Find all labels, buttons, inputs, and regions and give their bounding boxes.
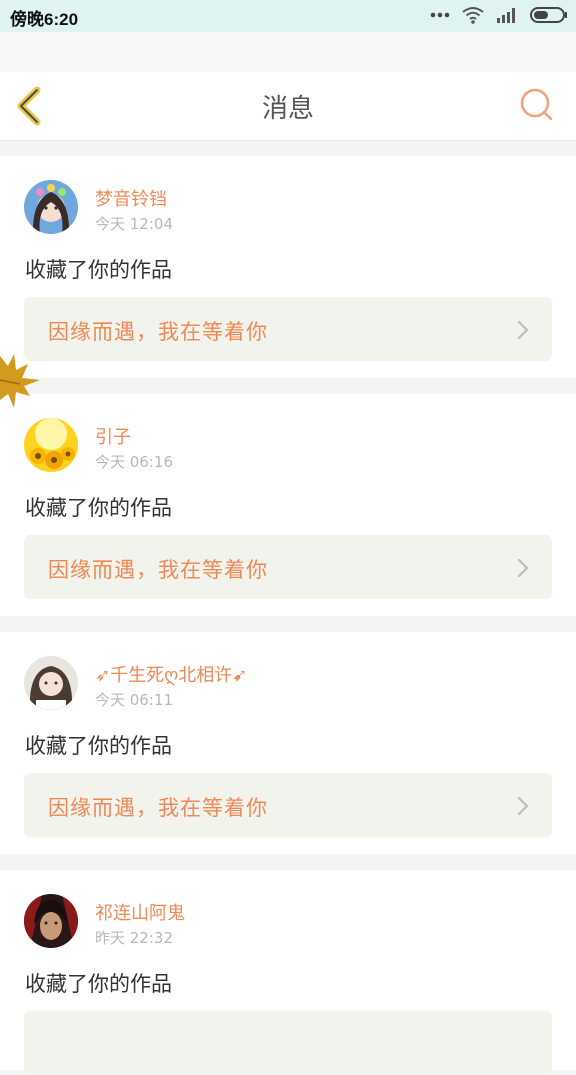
timestamp: 今天 12:04 <box>95 215 173 233</box>
timestamp: 今天 06:16 <box>95 453 173 471</box>
username[interactable]: ➶千生死ღ北相许➹ <box>95 661 247 687</box>
battery-icon <box>530 7 567 23</box>
list-item: ➶千生死ღ北相许➹ 今天 06:11 收藏了你的作品 因缘而遇，我在等着你 <box>0 632 576 854</box>
wifi-icon <box>462 7 484 24</box>
username[interactable]: 祁连山阿鬼 <box>95 899 185 925</box>
work-reference[interactable] <box>24 1011 552 1075</box>
work-title: 因缘而遇，我在等着你 <box>48 320 268 344</box>
signal-icon <box>497 8 515 23</box>
action-text: 收藏了你的作品 <box>25 258 172 282</box>
avatar[interactable] <box>24 418 78 472</box>
work-title: 因缘而遇，我在等着你 <box>48 558 268 582</box>
avatar[interactable] <box>24 656 78 710</box>
avatar[interactable] <box>24 180 78 234</box>
status-bar: 傍晚6:20 <box>0 0 576 32</box>
avatar[interactable] <box>24 894 78 948</box>
work-title: 因缘而遇，我在等着你 <box>48 796 268 820</box>
status-icons <box>430 6 568 24</box>
timestamp: 昨天 22:32 <box>95 929 173 947</box>
chevron-right-icon <box>517 796 529 816</box>
timestamp: 今天 06:11 <box>95 691 173 709</box>
action-text: 收藏了你的作品 <box>25 972 172 996</box>
username[interactable]: 引子 <box>95 423 131 449</box>
search-icon <box>520 88 553 121</box>
list-item: 祁连山阿鬼 昨天 22:32 收藏了你的作品 <box>0 870 576 1075</box>
action-text: 收藏了你的作品 <box>25 734 172 758</box>
status-time: 傍晚6:20 <box>10 10 79 29</box>
work-reference[interactable]: 因缘而遇，我在等着你 <box>24 773 552 837</box>
list-item: 引子 今天 06:16 收藏了你的作品 因缘而遇，我在等着你 <box>0 394 576 616</box>
work-reference[interactable]: 因缘而遇，我在等着你 <box>24 297 552 361</box>
chevron-right-icon <box>517 558 529 578</box>
search-button[interactable] <box>518 86 556 124</box>
status-gap <box>0 32 576 72</box>
more-dots-icon <box>430 12 450 18</box>
header: 消息 <box>0 72 576 141</box>
chevron-right-icon <box>517 320 529 340</box>
action-text: 收藏了你的作品 <box>25 496 172 520</box>
username[interactable]: 梦音铃铛 <box>95 185 167 211</box>
page-title: 消息 <box>261 94 314 124</box>
list-item: 梦音铃铛 今天 12:04 收藏了你的作品 因缘而遇，我在等着你 <box>0 156 576 378</box>
maple-leaf-icon <box>0 354 40 408</box>
work-reference[interactable]: 因缘而遇，我在等着你 <box>24 535 552 599</box>
